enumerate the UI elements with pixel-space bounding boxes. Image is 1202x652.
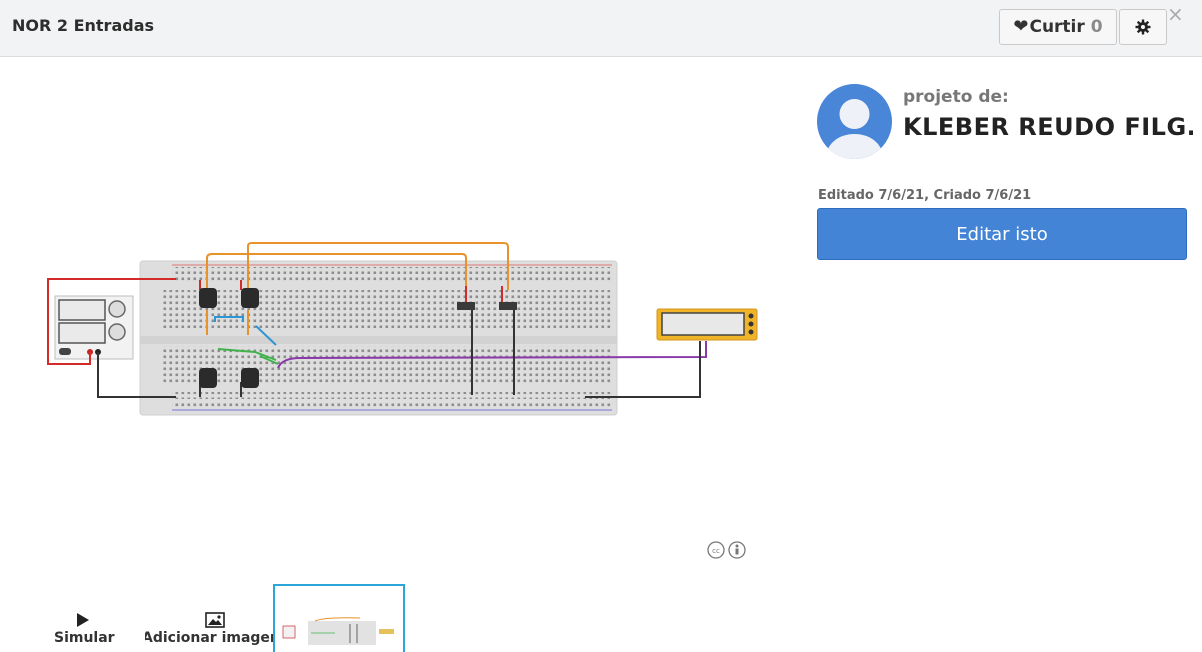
like-count: 0 <box>1090 17 1103 37</box>
author-name[interactable]: KLEBER REUDO FILG... <box>903 113 1193 141</box>
add-image-label: Adicionar imagem <box>145 630 275 646</box>
svg-text:cc: cc <box>712 547 720 555</box>
header-bar: NOR 2 Entradas ❤ Curtir 0 × <box>0 0 1202 57</box>
image-icon <box>205 612 225 628</box>
circuit-canvas[interactable] <box>0 60 780 480</box>
breadboard[interactable] <box>139 260 618 416</box>
like-label: Curtir <box>1029 17 1085 37</box>
gear-icon <box>1135 19 1151 35</box>
simulate-button[interactable]: Simular <box>54 612 115 646</box>
circuit-thumbnail[interactable] <box>273 584 405 652</box>
like-button[interactable]: ❤ Curtir 0 <box>999 9 1117 45</box>
user-silhouette-icon <box>826 99 883 159</box>
creative-commons-attribution-icon: cc <box>707 541 746 559</box>
heart-icon: ❤ <box>1013 16 1029 37</box>
close-icon[interactable]: × <box>1167 4 1184 24</box>
power-supply[interactable] <box>54 295 134 360</box>
thumbnail-preview <box>282 617 394 645</box>
play-icon <box>77 613 89 627</box>
simulate-label: Simular <box>54 630 115 646</box>
page-title: NOR 2 Entradas <box>12 16 155 35</box>
author-caption: projeto de: <box>903 87 1009 107</box>
multimeter[interactable] <box>656 308 758 341</box>
avatar <box>817 84 892 159</box>
edit-dates: Editado 7/6/21, Criado 7/6/21 <box>818 188 1032 203</box>
settings-button[interactable] <box>1119 9 1167 45</box>
add-image-button[interactable]: Adicionar imagem <box>145 612 275 646</box>
edit-button[interactable]: Editar isto <box>817 208 1187 260</box>
